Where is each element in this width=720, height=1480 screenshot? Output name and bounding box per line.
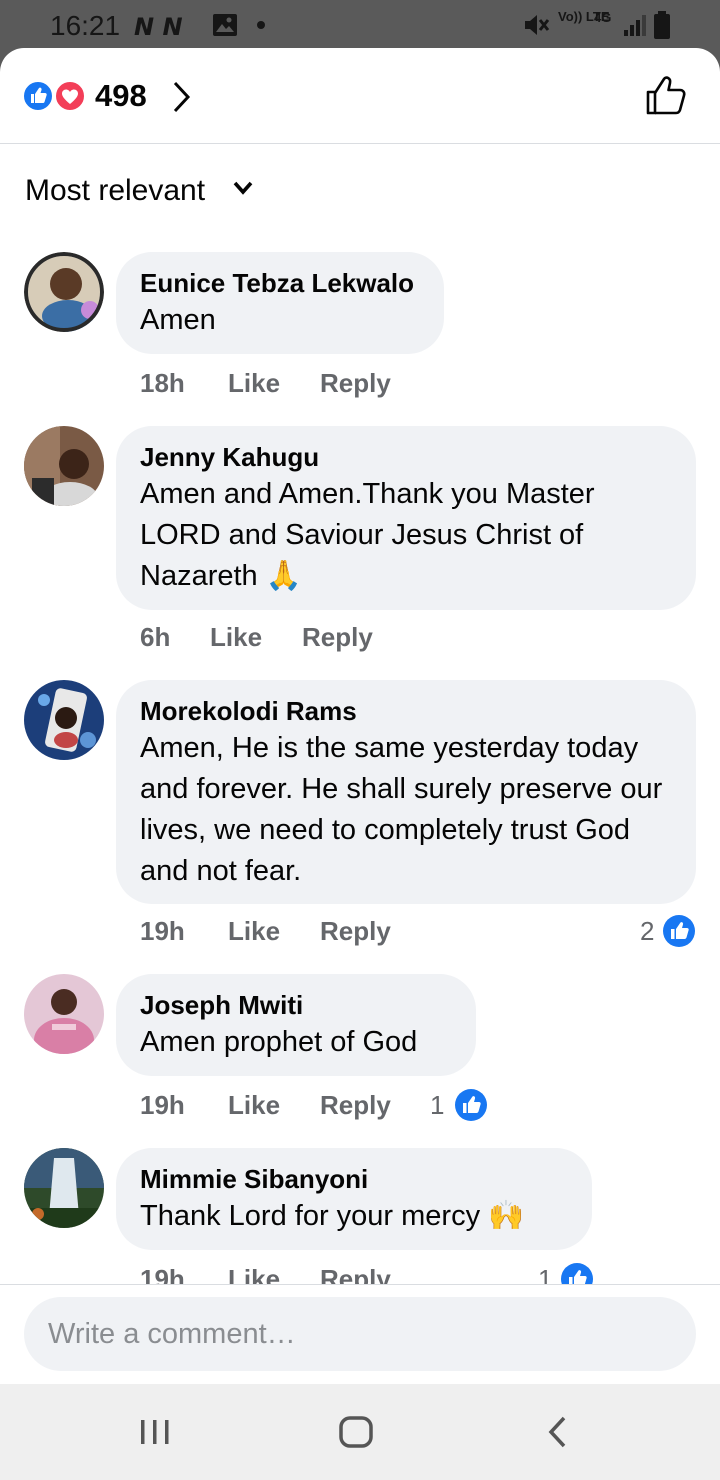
reply-button[interactable]: Reply [320,916,391,947]
comment-time: 18h [140,368,185,398]
signal-icon [624,15,646,36]
reaction-count[interactable]: 1 [538,1264,552,1284]
comment-author[interactable]: Jenny Kahugu [140,440,672,474]
comment-bubble[interactable]: Morekolodi Rams Amen, He is the same yes… [116,680,696,904]
reply-button[interactable]: Reply [302,622,373,653]
reaction-count[interactable]: 498 [95,78,147,114]
avatar[interactable] [24,1148,104,1228]
reaction-count[interactable]: 1 [430,1090,444,1121]
comment-time: 19h [140,1090,185,1120]
home-icon[interactable] [338,1414,374,1450]
comment-time: 6h [140,622,171,652]
gallery-notification-icon [213,14,237,36]
comment-item: Mimmie Sibanyoni Thank Lord for your mer… [0,1144,720,1284]
comment-author[interactable]: Mimmie Sibanyoni [140,1162,568,1196]
like-reaction-icon[interactable] [560,1262,594,1284]
reply-button[interactable]: Reply [320,368,391,399]
comment-bubble[interactable]: Eunice Tebza Lekwalo Amen [116,252,444,354]
network-label: 4G [594,10,612,25]
chevron-right-icon[interactable] [170,80,192,114]
comment-time: 19h [140,1264,185,1284]
reactions-header: 498 [0,48,720,144]
more-notifications-icon [257,21,265,29]
comment-text: Thank Lord for your mercy 🙌 [140,1200,525,1232]
news-notification-icon: N N [134,15,183,37]
mute-icon [525,15,550,35]
reaction-count[interactable]: 2 [640,916,654,947]
comment-time: 19h [140,916,185,946]
comments-sheet: 498 Most relevant Eunice Tebza Lekwalo A… [0,48,720,1384]
like-reaction-icon[interactable] [662,914,696,948]
status-bar: 16:21 N N Vo)) LTE 4G [0,0,720,50]
comment-author[interactable]: Eunice Tebza Lekwalo [140,266,420,300]
like-post-icon[interactable] [644,74,688,118]
comment-actions: 6h Like Reply [140,622,373,653]
comment-bubble[interactable]: Jenny Kahugu Amen and Amen.Thank you Mas… [116,426,696,610]
comment-text: Amen and Amen.Thank you Master LORD and … [140,478,595,592]
comment-bubble[interactable]: Joseph Mwiti Amen prophet of God [116,974,476,1076]
status-time: 16:21 [50,10,121,41]
like-button[interactable]: Like [228,1264,308,1284]
back-icon[interactable] [544,1414,572,1450]
recent-apps-icon[interactable] [138,1414,172,1450]
comment-item: Jenny Kahugu Amen and Amen.Thank you Mas… [0,422,720,672]
reply-button[interactable]: Reply [320,1090,391,1121]
reply-button[interactable]: Reply [320,1264,391,1284]
battery-icon [654,11,670,39]
like-button[interactable]: Like [228,368,308,399]
comment-actions: 19h Like Reply [140,1264,391,1284]
comment-actions: 19h Like Reply [140,916,391,947]
like-button[interactable]: Like [228,916,308,947]
comment-actions: 18h Like Reply [140,368,391,399]
comment-text: Amen prophet of God [140,1026,418,1058]
navigation-bar [0,1384,720,1480]
avatar[interactable] [24,426,104,506]
avatar[interactable] [24,974,104,1054]
comment-text: Amen, He is the same yesterday today and… [140,732,663,887]
comment-list: Eunice Tebza Lekwalo Amen 18h Like Reply J… [0,248,720,1284]
comment-actions: 19h Like Reply [140,1090,391,1121]
chevron-down-icon[interactable] [232,180,254,196]
svg-text:N N: N N [134,15,183,37]
comment-author[interactable]: Joseph Mwiti [140,988,452,1022]
comment-text: Amen [140,304,216,336]
heart-icon [54,80,86,112]
comment-author[interactable]: Morekolodi Rams [140,694,672,728]
like-button[interactable]: Like [228,1090,308,1121]
comment-item: Joseph Mwiti Amen prophet of God 19h Like… [0,970,720,1140]
reaction-icons[interactable] [22,80,88,112]
like-button[interactable]: Like [210,622,290,653]
avatar[interactable] [24,252,104,332]
comment-composer [0,1284,720,1384]
like-reaction-icon[interactable] [454,1088,488,1122]
like-icon [22,80,54,112]
avatar[interactable] [24,680,104,760]
sort-dropdown-label[interactable]: Most relevant [25,174,205,208]
comment-bubble[interactable]: Mimmie Sibanyoni Thank Lord for your mer… [116,1148,592,1250]
comment-item: Eunice Tebza Lekwalo Amen 18h Like Reply [0,248,720,418]
comment-item: Morekolodi Rams Amen, He is the same yes… [0,676,720,966]
comment-input[interactable] [24,1297,696,1371]
